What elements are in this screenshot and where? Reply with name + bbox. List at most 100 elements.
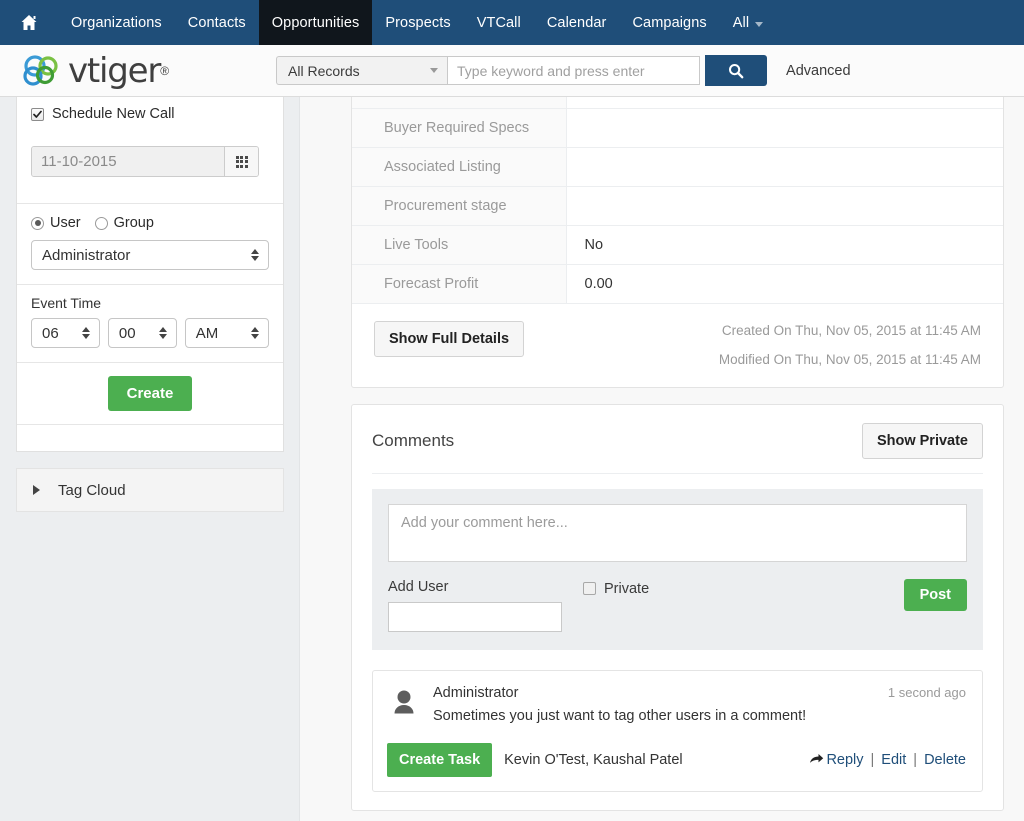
event-time-row: Event Time 06 00 AM — [17, 285, 283, 363]
nav-item-all[interactable]: All — [720, 0, 776, 45]
field-value[interactable]: 0.00 — [566, 264, 1003, 303]
left-sidebar: Schedule New Call 11-10-2015 User Group … — [0, 97, 300, 821]
table-row: Procurement stage — [352, 186, 1003, 225]
comment-top: Administrator 1 second ago Sometimes you… — [387, 685, 966, 726]
calendar-icon[interactable] — [224, 147, 258, 176]
hour-select[interactable]: 06 — [31, 318, 100, 348]
hour-value: 06 — [42, 324, 59, 342]
radio-user-label: User — [50, 215, 81, 231]
field-value[interactable]: No — [566, 225, 1003, 264]
radio-group-label: Group — [113, 215, 154, 231]
record-detail-panel: Buyer Required Specs Associated Listing … — [351, 97, 1004, 388]
event-time-label: Event Time — [31, 295, 102, 311]
reply-link[interactable]: Reply — [826, 752, 863, 768]
meridiem-select[interactable]: AM — [184, 318, 269, 348]
show-private-button[interactable]: Show Private — [861, 422, 983, 459]
comment-body: Administrator 1 second ago Sometimes you… — [433, 685, 966, 726]
table-row: Forecast Profit 0.00 — [352, 264, 1003, 303]
detail-footer: Show Full Details Created On Thu, Nov 05… — [352, 304, 1003, 387]
field-label: Buyer Required Specs — [352, 108, 567, 147]
avatar — [387, 685, 433, 726]
app-header: vtiger ® All Records Advanced — [0, 45, 1024, 97]
nav-item-opportunities[interactable]: Opportunities — [258, 0, 373, 45]
post-button[interactable]: Post — [903, 578, 967, 611]
field-label: Associated Listing — [352, 147, 567, 186]
record-timestamps: Created On Thu, Nov 05, 2015 at 11:45 AM… — [719, 321, 981, 367]
minute-value: 00 — [118, 324, 136, 342]
assignee-value: Administrator — [42, 246, 131, 264]
tag-cloud-label: Tag Cloud — [58, 481, 126, 499]
tagged-users: Kevin O'Test, Kaushal Patel — [504, 751, 683, 768]
chevron-down-icon — [430, 68, 439, 73]
nav-item-campaigns[interactable]: Campaigns — [619, 0, 719, 45]
nav-label: VTCall — [476, 14, 521, 31]
caret-right-icon — [33, 485, 40, 495]
comments-header: Comments Show Private — [372, 405, 983, 474]
radio-user[interactable] — [31, 216, 44, 230]
schedule-date-field[interactable]: 11-10-2015 — [31, 146, 259, 177]
nav-label: Organizations — [71, 14, 162, 31]
tag-cloud-widget[interactable]: Tag Cloud — [16, 468, 284, 512]
search-button[interactable] — [705, 55, 768, 86]
search-input[interactable] — [447, 56, 701, 85]
assignee-select[interactable]: Administrator — [31, 240, 269, 270]
field-value[interactable] — [566, 186, 1003, 225]
link-separator: | — [913, 751, 918, 768]
field-label: Live Tools — [352, 225, 567, 264]
nav-item-organizations[interactable]: Organizations — [58, 0, 175, 45]
comment-form: Add User Private Post — [372, 488, 983, 650]
top-navigation-bar: Organizations Contacts Opportunities Pro… — [0, 0, 1024, 45]
comments-title: Comments — [372, 430, 455, 450]
page-body: Schedule New Call 11-10-2015 User Group … — [0, 97, 1024, 821]
nav-item-contacts[interactable]: Contacts — [175, 0, 259, 45]
nav-item-calendar[interactable]: Calendar — [534, 0, 620, 45]
minute-select[interactable]: 00 — [107, 318, 177, 348]
edit-link[interactable]: Edit — [881, 752, 906, 768]
schedule-new-call-label: Schedule New Call — [52, 106, 175, 122]
private-checkbox[interactable] — [583, 582, 596, 595]
global-search-bar: All Records Advanced — [276, 55, 851, 86]
assign-to-row: User Group Administrator — [17, 204, 283, 285]
field-label: Procurement stage — [352, 186, 567, 225]
create-task-button[interactable]: Create Task — [387, 742, 493, 777]
widget-footer-spacer — [17, 425, 283, 451]
comment-actions: Create Task Kevin O'Test, Kaushal Patel … — [387, 742, 966, 777]
advanced-search-link[interactable]: Advanced — [786, 63, 851, 79]
select-arrows-icon — [158, 327, 167, 339]
radio-group[interactable] — [94, 216, 108, 230]
field-value[interactable] — [566, 108, 1003, 147]
nav-label: Calendar — [546, 14, 607, 31]
comment-textarea[interactable] — [388, 503, 967, 562]
meridiem-value: AM — [195, 324, 219, 342]
select-arrows-icon — [81, 327, 90, 339]
delete-link[interactable]: Delete — [924, 752, 966, 768]
schedule-new-call-checkbox-row[interactable]: Schedule New Call — [17, 97, 283, 132]
nav-item-vtcall[interactable]: VTCall — [464, 0, 534, 45]
create-button[interactable]: Create — [107, 376, 193, 411]
home-icon[interactable] — [0, 0, 58, 45]
vtiger-logo[interactable]: vtiger ® — [22, 51, 169, 91]
schedule-date-row: 11-10-2015 — [17, 132, 283, 204]
comment-author: Administrator — [433, 684, 519, 701]
field-value[interactable] — [566, 147, 1003, 186]
schedule-date-value[interactable]: 11-10-2015 — [32, 147, 224, 176]
assign-to-radio-group: User Group — [31, 215, 269, 231]
nav-label: Campaigns — [632, 14, 707, 31]
show-full-details-button[interactable]: Show Full Details — [374, 320, 525, 357]
select-arrows-icon — [250, 327, 259, 339]
add-user-input[interactable] — [388, 601, 562, 632]
comment-text: Sometimes you just want to tag other use… — [433, 707, 807, 724]
schedule-new-call-checkbox[interactable] — [31, 107, 44, 121]
link-separator: | — [870, 751, 875, 768]
nav-label: Opportunities — [271, 14, 360, 31]
check-icon — [33, 110, 42, 118]
table-row-partial — [352, 97, 1003, 108]
create-button-row: Create — [17, 363, 283, 425]
post-button-wrap: Post — [903, 578, 967, 611]
search-scope-value: All Records — [288, 62, 360, 79]
comment-form-controls: Add User Private Post — [388, 578, 967, 632]
comment-links: Reply | Edit | Delete — [809, 752, 966, 768]
search-scope-select[interactable]: All Records — [276, 56, 448, 85]
nav-item-prospects[interactable]: Prospects — [372, 0, 463, 45]
private-checkbox-group[interactable]: Private — [583, 579, 649, 597]
